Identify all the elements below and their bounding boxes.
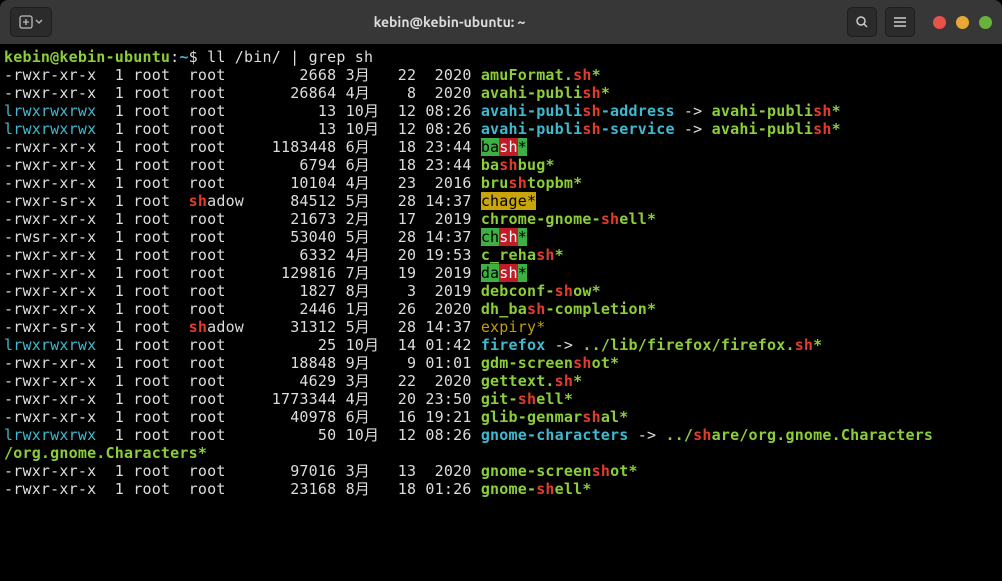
minimize-button[interactable] [956, 16, 969, 29]
file-row: -rwxr-xr-x 1 root root 23168 8月 18 01:26… [4, 480, 998, 498]
titlebar-left [10, 7, 52, 37]
file-row: -rwxr-xr-x 1 root root 97016 3月 13 2020 … [4, 462, 998, 480]
search-icon [855, 15, 869, 29]
close-button[interactable] [933, 16, 946, 29]
window-title: kebin@kebin-ubuntu: ~ [60, 14, 839, 30]
file-row: -rwxr-xr-x 1 root root 4629 3月 22 2020 g… [4, 372, 998, 390]
file-row: -rwxr-xr-x 1 root root 1183448 6月 18 23:… [4, 138, 998, 156]
maximize-button[interactable] [979, 16, 992, 29]
file-row: -rwxr-xr-x 1 root root 26864 4月 8 2020 a… [4, 84, 998, 102]
file-row: -rwxr-xr-x 1 root root 18848 9月 9 01:01 … [4, 354, 998, 372]
titlebar[interactable]: kebin@kebin-ubuntu: ~ [0, 0, 1002, 44]
menu-button[interactable] [885, 7, 915, 37]
file-row: -rwxr-sr-x 1 root shadow 31312 5月 28 14:… [4, 318, 998, 336]
prompt-line: kebin@kebin-ubuntu:~$ ll /bin/ | grep sh [4, 48, 998, 66]
file-row: -rwxr-xr-x 1 root root 6332 4月 20 19:53 … [4, 246, 998, 264]
titlebar-right [847, 7, 992, 37]
file-row: -rwxr-xr-x 1 root root 2668 3月 22 2020 a… [4, 66, 998, 84]
file-row: lrwxrwxrwx 1 root root 13 10月 12 08:26 a… [4, 120, 998, 138]
new-tab-button[interactable] [10, 7, 52, 37]
file-row: -rwxr-xr-x 1 root root 1827 8月 3 2019 de… [4, 282, 998, 300]
file-row: lrwxrwxrwx 1 root root 50 10月 12 08:26 g… [4, 426, 998, 444]
file-row: -rwxr-xr-x 1 root root 40978 6月 16 19:21… [4, 408, 998, 426]
terminal-output[interactable]: kebin@kebin-ubuntu:~$ ll /bin/ | grep sh… [0, 44, 1002, 581]
file-row: lrwxrwxrwx 1 root root 13 10月 12 08:26 a… [4, 102, 998, 120]
file-row: -rwxr-xr-x 1 root root 1773344 4月 20 23:… [4, 390, 998, 408]
file-row: -rwxr-sr-x 1 root shadow 84512 5月 28 14:… [4, 192, 998, 210]
hamburger-icon [893, 16, 907, 28]
file-row: -rwsr-xr-x 1 root root 53040 5月 28 14:37… [4, 228, 998, 246]
search-button[interactable] [847, 7, 877, 37]
file-row: -rwxr-xr-x 1 root root 6794 6月 18 23:44 … [4, 156, 998, 174]
chevron-down-icon [35, 18, 43, 26]
terminal-window: kebin@kebin-ubuntu: ~ kebin@kebin-ubuntu… [0, 0, 1002, 581]
file-row: -rwxr-xr-x 1 root root 2446 1月 26 2020 d… [4, 300, 998, 318]
file-row: -rwxr-xr-x 1 root root 10104 4月 23 2016 … [4, 174, 998, 192]
file-row: -rwxr-xr-x 1 root root 21673 2月 17 2019 … [4, 210, 998, 228]
file-row: -rwxr-xr-x 1 root root 129816 7月 19 2019… [4, 264, 998, 282]
file-row-wrap: /org.gnome.Characters* [4, 444, 998, 462]
window-controls [933, 16, 992, 29]
new-tab-icon [19, 15, 33, 29]
file-row: lrwxrwxrwx 1 root root 25 10月 14 01:42 f… [4, 336, 998, 354]
